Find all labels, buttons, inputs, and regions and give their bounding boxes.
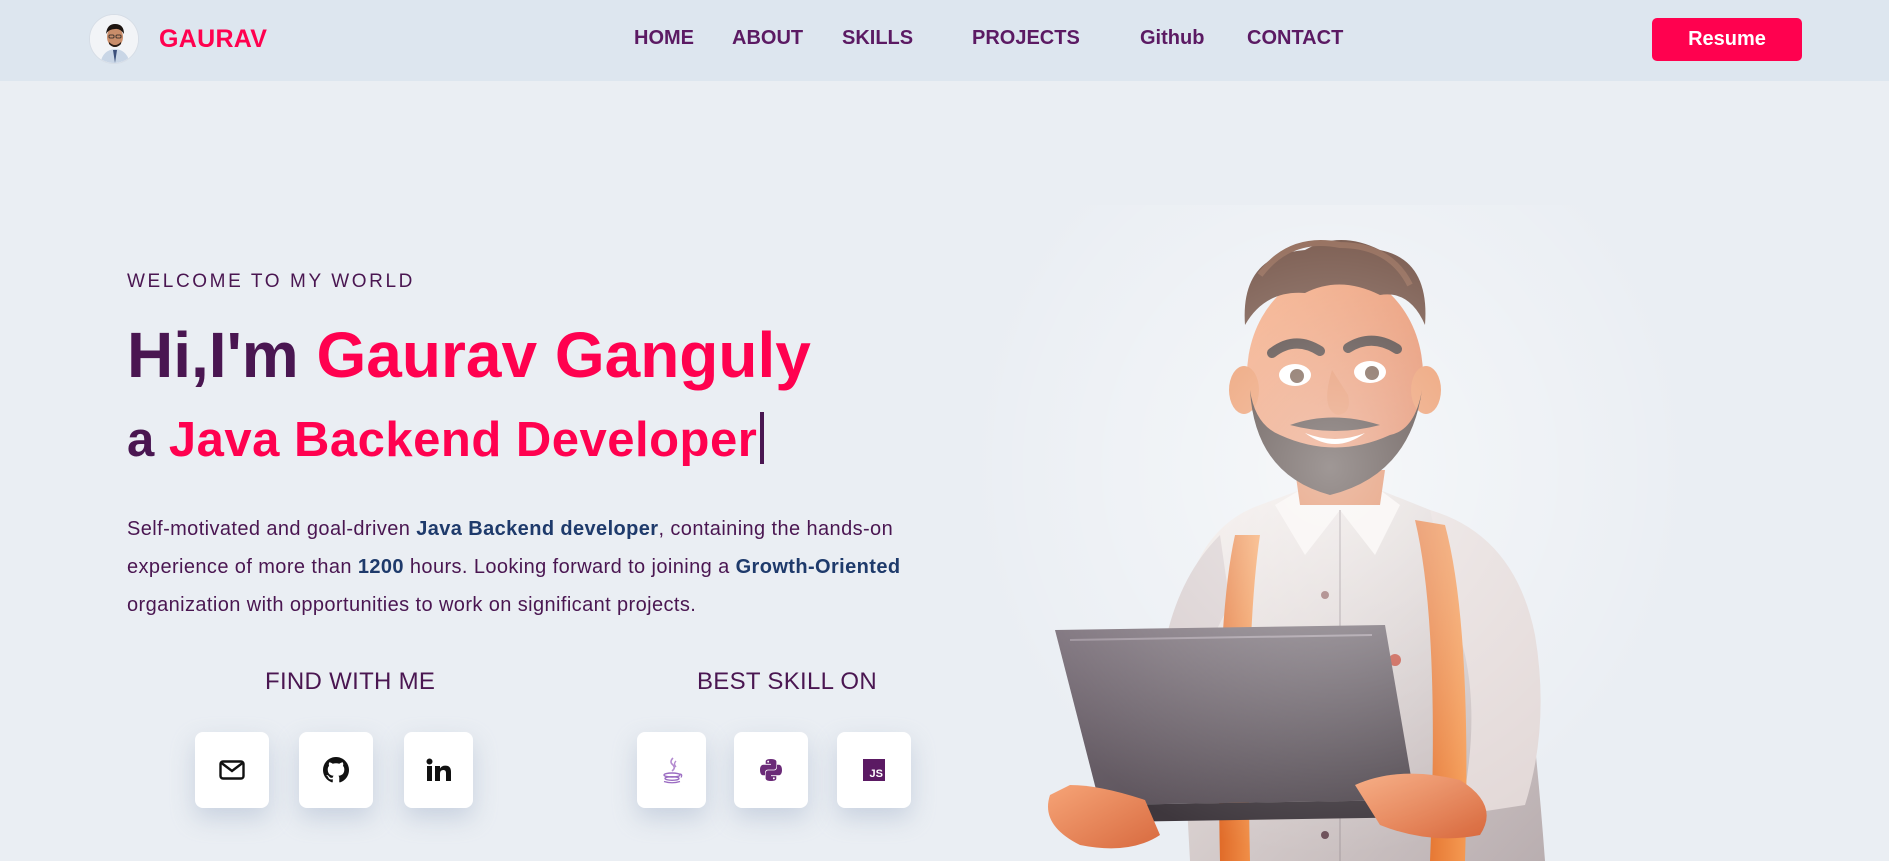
nav-home[interactable]: HOME	[634, 27, 694, 50]
typing-cursor	[760, 412, 765, 464]
python-skill-button[interactable]	[734, 732, 808, 808]
js-badge-text: JS	[869, 768, 883, 780]
hero-illustration	[960, 205, 1700, 861]
email-button[interactable]	[195, 732, 269, 808]
illustration-glow	[960, 205, 1700, 861]
nav-about[interactable]: ABOUT	[732, 27, 803, 50]
desc-highlight: 1200	[357, 556, 404, 578]
java-icon	[662, 757, 682, 784]
desc-part: Self-motivated and goal-driven	[127, 518, 417, 540]
linkedin-button[interactable]	[404, 732, 473, 808]
linkedin-icon	[426, 758, 451, 781]
brand-name[interactable]: GAURAV	[159, 25, 267, 54]
hero-role: a Java Backend Developer	[127, 410, 765, 470]
python-icon	[760, 759, 782, 781]
desc-part: hours. Looking forward to joining a	[403, 556, 736, 578]
greeting: Hi,I'm	[127, 319, 317, 391]
hero-description: Self-motivated and goal-driven Java Back…	[127, 510, 977, 624]
nav-contact[interactable]: CONTACT	[1247, 27, 1343, 50]
javascript-icon: JS	[863, 759, 885, 781]
java-skill-button[interactable]	[637, 732, 706, 808]
hero-title: Hi,I'm Gaurav Ganguly	[127, 318, 811, 392]
desc-highlight: Growth-Oriented	[735, 556, 901, 578]
desc-part: organization with opportunities to work …	[127, 594, 697, 616]
nav-github[interactable]: Github	[1140, 27, 1204, 50]
nav-projects[interactable]: PROJECTS	[972, 27, 1080, 50]
github-button[interactable]	[299, 732, 373, 808]
javascript-skill-button[interactable]: JS	[837, 732, 911, 808]
desc-highlight: Java Backend developer	[416, 518, 659, 540]
role-prefix: a	[127, 413, 169, 467]
resume-button[interactable]: Resume	[1652, 18, 1802, 61]
find-with-me-heading: FIND WITH ME	[265, 668, 436, 695]
best-skill-heading: BEST SKILL ON	[697, 668, 877, 695]
github-icon	[323, 757, 349, 783]
avatar	[89, 14, 139, 64]
welcome-text: WELCOME TO MY WORLD	[127, 271, 415, 292]
logo[interactable]: GAURAV	[89, 14, 267, 64]
navbar: GAURAV HOME ABOUT SKILLS PROJECTS Github…	[0, 0, 1889, 81]
hero-name: Gaurav Ganguly	[316, 319, 811, 391]
role-text: Java Backend Developer	[168, 413, 758, 467]
nav-skills[interactable]: SKILLS	[842, 27, 913, 50]
mail-icon	[219, 760, 245, 780]
